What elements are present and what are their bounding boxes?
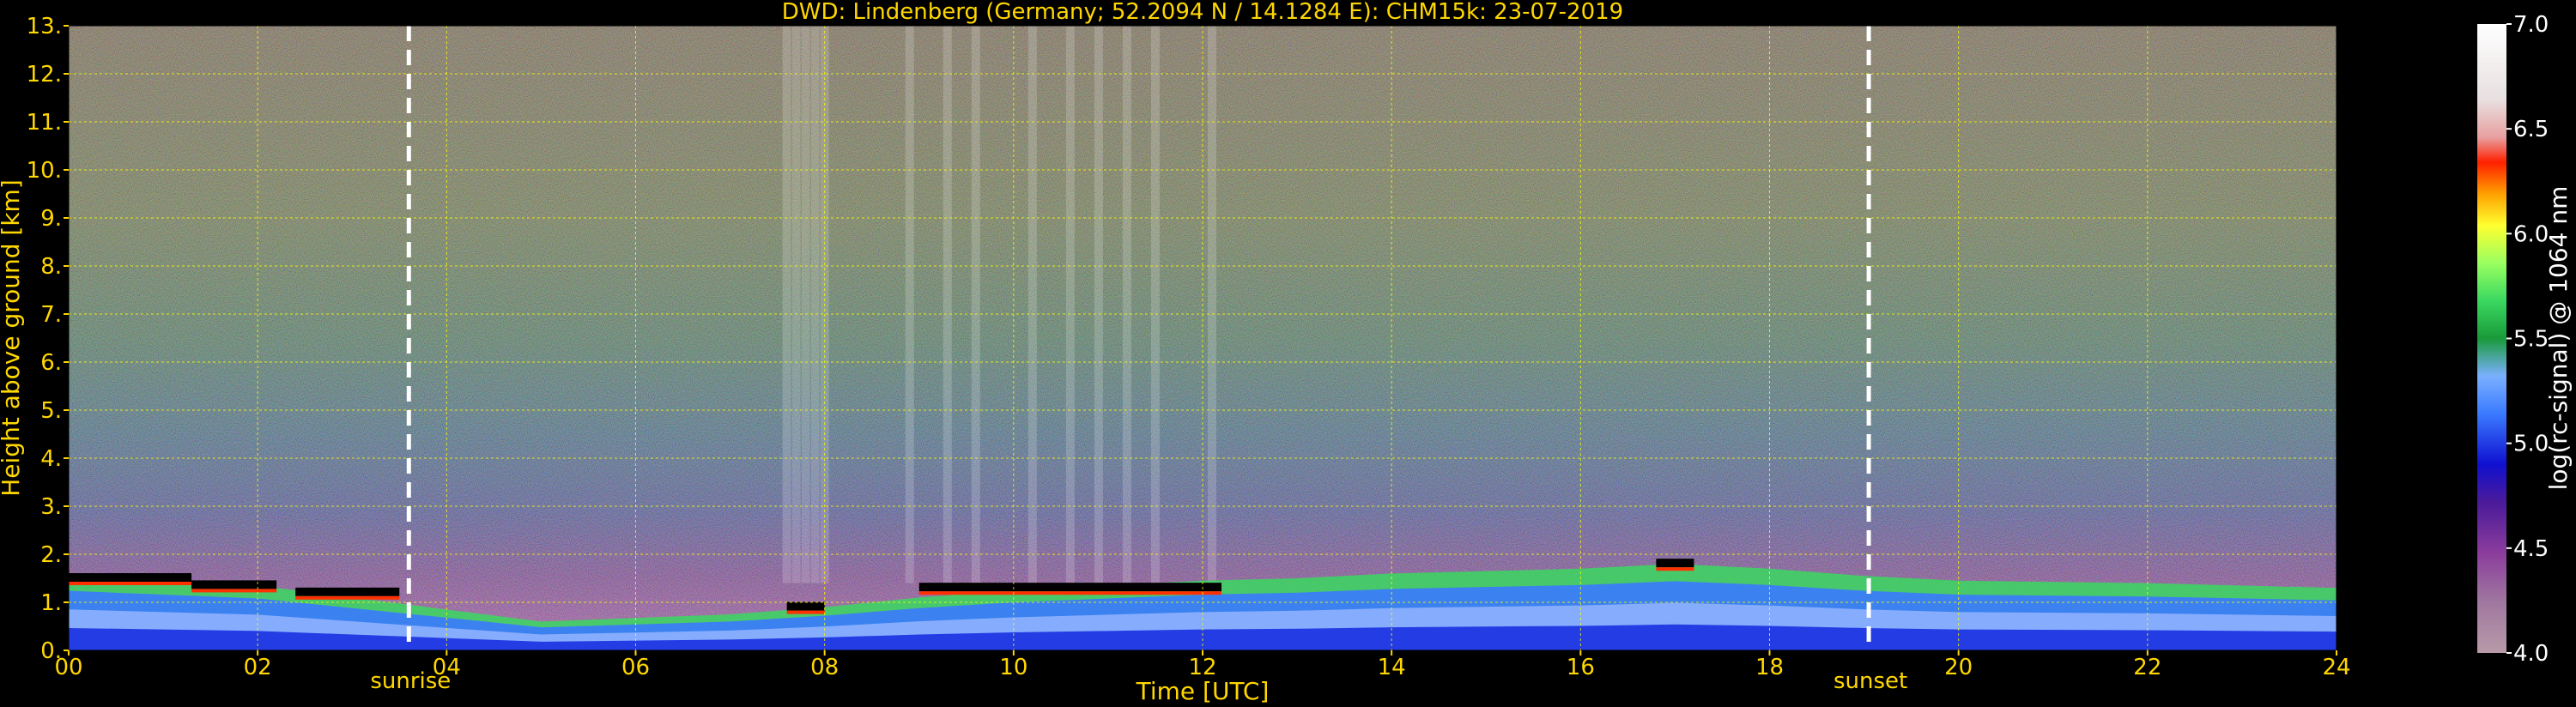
precip-streak [810,26,820,583]
x-tick-label: 06 [621,655,650,680]
y-tick-label: 4. [40,446,62,472]
precip-streak [1065,26,1075,583]
cloud-base-edge [918,591,1222,595]
cloud-base [295,587,400,596]
x-tick-label: 02 [244,655,272,680]
y-tick-label: 9. [40,206,62,232]
cloud-base-edge [1656,567,1694,571]
precip-streak [943,26,952,583]
y-axis-label: Height above ground [km] [0,179,25,497]
y-tick-label: 6. [40,350,62,376]
y-tick-label: 1. [40,590,62,616]
x-tick-label: 10 [999,655,1027,680]
y-tick-label: 0. [40,638,62,664]
x-tick-label: 08 [810,655,839,680]
y-tick-label: 8. [40,254,62,280]
precip-streak [1094,26,1103,583]
colorbar-tick-label: 7.0 [2513,12,2549,38]
cloud-base [918,583,1222,592]
chart-title: DWD: Lindenberg (Germany; 52.2094 N / 14… [782,0,1623,25]
precip-streak [971,26,980,583]
precip-streak [905,26,914,583]
x-tick-label: 24 [2322,655,2350,680]
cloud-base-edge [295,595,400,600]
x-tick-label: 18 [1755,655,1784,680]
y-tick-label: 13. [27,14,62,39]
y-axis-ticks: 0. 1. 2. 3. 4. 5. 6. 7. 8. 9. 10. 11. 12. 13. [27,14,69,664]
cloud-base [191,580,277,589]
x-tick-label: 16 [1567,655,1595,680]
precip-streak [801,26,810,583]
cloud-base-edge [191,589,277,593]
colorbar-tick-label: 4.5 [2513,536,2549,562]
sun-marker-label: sunset [1834,668,1907,694]
y-tick-label: 3. [40,494,62,520]
cloud-base-edge [786,610,825,614]
plot-area: sunrise sunset [68,25,2337,694]
x-tick-label: 14 [1378,655,1406,680]
x-axis-label: Time [UTC] [1136,677,1270,705]
cloud-base [786,601,825,611]
y-tick-label: 10. [27,158,62,184]
cloud-base [69,573,192,582]
y-tick-label: 5. [40,398,62,424]
y-tick-label: 7. [40,302,62,328]
colorbar-gradient [2477,24,2506,653]
x-tick-label: 04 [433,655,461,680]
cloud-base [1656,559,1694,568]
precip-streak [1208,26,1217,583]
cloud-base-edge [69,582,192,585]
y-tick-label: 11. [27,110,62,136]
x-tick-label: 20 [1944,655,1973,680]
colorbar-tick-label: 6.5 [2513,117,2549,142]
x-tick-label: 22 [2133,655,2161,680]
precip-streak [791,26,801,583]
ceilometer-chart: DWD: Lindenberg (Germany; 52.2094 N / 14… [0,0,2573,705]
y-tick-label: 12. [27,62,62,88]
colorbar-ticks: 4.04.55.05.56.06.57.0 [2506,12,2549,667]
precip-streak [1027,26,1037,583]
precip-streak [782,26,791,583]
precip-streak [1150,26,1160,583]
colorbar: 4.04.55.05.56.06.57.0 log(rc-signal) @ 1… [2477,12,2573,667]
y-tick-label: 2. [40,542,62,568]
precip-streak [1122,26,1131,583]
colorbar-label: log(rc-signal) @ 1064 nm [2544,186,2573,491]
colorbar-tick-label: 4.0 [2513,641,2549,667]
